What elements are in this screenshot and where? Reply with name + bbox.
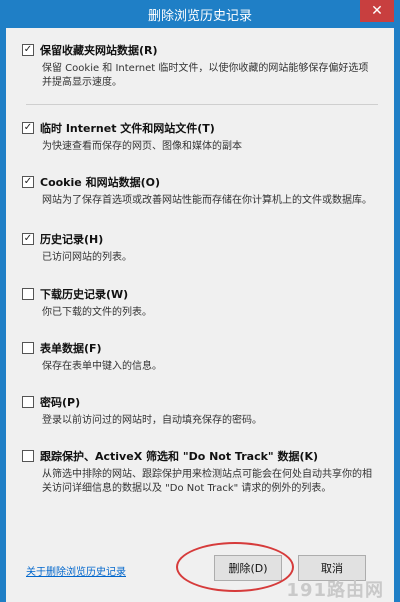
option-description: 从筛选中排除的网站、跟踪保护用来检测站点可能会在何处自动共享你的相关访问详细信息… (42, 469, 372, 494)
checkbox-passwords[interactable] (22, 396, 34, 408)
option-label: Cookie 和网站数据(O) (40, 176, 160, 189)
option-label: 表单数据(F) (40, 342, 102, 355)
option-label: 下载历史记录(W) (40, 288, 129, 301)
checkbox-temp-internet-files[interactable]: ✓ (22, 122, 34, 134)
option-description: 保存在表单中键入的信息。 (42, 361, 162, 372)
close-icon: ✕ (371, 3, 383, 19)
option-passwords: 密码(P) 登录以前访问过的网站时，自动填充保存的密码。 (22, 394, 372, 428)
about-delete-history-link[interactable]: 关于删除浏览历史记录 (26, 563, 126, 578)
option-cookies: ✓ Cookie 和网站数据(O) 网站为了保存首选项或改善网站性能而存储在你计… (22, 174, 372, 208)
option-temp-internet-files: ✓ 临时 Internet 文件和网站文件(T) 为快速查看而保存的网页、图像和… (22, 120, 372, 154)
watermark-text: 191路由网 (286, 580, 384, 601)
option-description: 保留 Cookie 和 Internet 临时文件，以使你收藏的网站能够保存偏好… (42, 63, 369, 88)
option-description: 你已下载的文件的列表。 (42, 307, 152, 318)
close-button[interactable]: ✕ (360, 0, 394, 22)
checkbox-form-data[interactable] (22, 342, 34, 354)
option-label: 历史记录(H) (40, 233, 104, 246)
window-frame-right (394, 28, 400, 602)
options-panel: ✓ 保留收藏夹网站数据(R) 保留 Cookie 和 Internet 临时文件… (14, 34, 384, 554)
title-bar: 删除浏览历史记录 ✕ (0, 0, 400, 28)
option-tracking-protection: 跟踪保护、ActiveX 筛选和 "Do Not Track" 数据(K) 从筛… (22, 448, 372, 496)
option-description: 网站为了保存首选项或改善网站性能而存储在你计算机上的文件或数据库。 (42, 195, 372, 206)
option-form-data: 表单数据(F) 保存在表单中键入的信息。 (22, 340, 372, 374)
checkbox-download-history[interactable] (22, 288, 34, 300)
option-label: 跟踪保护、ActiveX 筛选和 "Do Not Track" 数据(K) (40, 450, 319, 463)
option-description: 已访问网站的列表。 (42, 252, 132, 263)
option-label: 临时 Internet 文件和网站文件(T) (40, 122, 215, 135)
option-description: 为快速查看而保存的网页、图像和媒体的副本 (42, 141, 242, 152)
option-preserve-favorites: ✓ 保留收藏夹网站数据(R) 保留 Cookie 和 Internet 临时文件… (22, 42, 372, 90)
option-download-history: 下载历史记录(W) 你已下载的文件的列表。 (22, 286, 372, 320)
checkbox-preserve-favorites[interactable]: ✓ (22, 44, 34, 56)
option-history: ✓ 历史记录(H) 已访问网站的列表。 (22, 231, 372, 265)
option-description: 登录以前访问过的网站时，自动填充保存的密码。 (42, 415, 262, 426)
highlight-circle (176, 542, 294, 592)
dialog-content: ✓ 保留收藏夹网站数据(R) 保留 Cookie 和 Internet 临时文件… (6, 28, 394, 602)
checkbox-cookies[interactable]: ✓ (22, 176, 34, 188)
window-title: 删除浏览历史记录 (147, 9, 252, 24)
option-label: 密码(P) (40, 396, 81, 409)
section-divider (26, 104, 378, 105)
checkbox-history[interactable]: ✓ (22, 233, 34, 245)
checkbox-tracking-protection[interactable] (22, 450, 34, 462)
option-label: 保留收藏夹网站数据(R) (40, 44, 158, 57)
